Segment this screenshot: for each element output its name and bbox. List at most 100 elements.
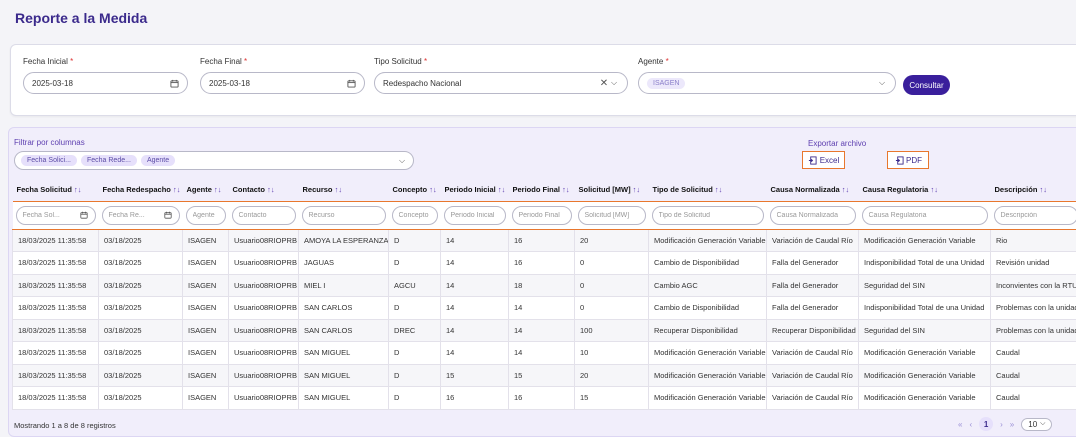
sort-icon[interactable]: ↑↓	[1040, 185, 1048, 194]
sort-icon[interactable]: ↑↓	[498, 185, 506, 194]
table-cell: Variación de Caudal Río	[766, 363, 859, 387]
sort-icon[interactable]: ↑↓	[74, 185, 82, 194]
table-cell: 14	[440, 251, 509, 275]
column-filter-label: Filtrar por columnas	[14, 138, 85, 147]
chevron-down-icon: ⌵	[1040, 420, 1046, 427]
column-header[interactable]: Tipo de Solicitud ↑↓	[648, 179, 767, 201]
agente-select[interactable]: ISAGEN ⌵	[638, 72, 896, 94]
sort-icon[interactable]: ↑↓	[429, 185, 437, 194]
column-filter-input[interactable]: Causa Normalizada	[769, 205, 856, 225]
table-cell: 14	[440, 296, 509, 320]
next-page-button[interactable]: ›	[1000, 420, 1003, 429]
calendar-icon[interactable]	[169, 78, 179, 88]
sort-icon[interactable]: ↑↓	[562, 185, 570, 194]
table-cell: Usuario08RIOPRB	[228, 341, 299, 365]
table-cell: ISAGEN	[182, 296, 229, 320]
column-header[interactable]: Descripción ↑↓	[990, 179, 1076, 201]
last-page-button[interactable]: »	[1010, 420, 1014, 429]
tipo-solicitud-select[interactable]: Redespacho Nacional ✕ ⌵	[374, 72, 628, 94]
calendar-icon[interactable]	[79, 210, 89, 220]
column-filter-select[interactable]: Fecha Solici... Fecha Rede... Agente ⌵	[14, 151, 414, 170]
fecha-inicial-input[interactable]: 2025-03-18	[23, 72, 188, 94]
column-header[interactable]: Solicitud [MW] ↑↓	[574, 179, 649, 201]
column-header[interactable]: Periodo Final ↑↓	[508, 179, 575, 201]
table-cell: 03/18/2025	[98, 386, 183, 410]
chevron-down-icon[interactable]: ⌵	[397, 156, 407, 166]
sort-icon[interactable]: ↑↓	[173, 185, 181, 194]
prev-page-button[interactable]: ‹	[969, 420, 972, 429]
table-row[interactable]: 18/03/2025 11:35:58 03/18/2025 ISAGEN Usuar…	[12, 296, 1076, 320]
column-filter-input[interactable]: Descripción	[993, 205, 1076, 225]
table-row[interactable]: 18/03/2025 11:35:58 03/18/2025 ISAGEN Usuar…	[12, 341, 1076, 365]
sort-icon[interactable]: ↑↓	[335, 185, 343, 194]
column-filter-input[interactable]: Periodo Final	[511, 205, 572, 225]
table-cell: Modificación Generación Variable	[648, 228, 767, 252]
first-page-button[interactable]: «	[958, 420, 962, 429]
chevron-down-icon[interactable]: ⌵	[877, 78, 887, 88]
fecha-final-value: 2025-03-18	[209, 78, 250, 88]
column-filter-input[interactable]: Contacto	[231, 205, 296, 225]
fecha-final-input[interactable]: 2025-03-18	[200, 72, 365, 94]
current-page[interactable]: 1	[979, 417, 994, 431]
table-row[interactable]: 18/03/2025 11:35:58 03/18/2025 ISAGEN Usuar…	[12, 228, 1076, 252]
calendar-icon[interactable]	[163, 210, 173, 220]
table-cell: Usuario08RIOPRB	[228, 251, 299, 275]
column-header[interactable]: Causa Regulatoria ↑↓	[858, 179, 991, 201]
column-chip[interactable]: Agente	[140, 155, 176, 166]
column-header[interactable]: Recurso ↑↓	[298, 179, 389, 201]
calendar-icon[interactable]	[346, 78, 356, 88]
table-cell: 14	[440, 318, 509, 342]
column-filter-placeholder: Tipo de Solicitud	[658, 211, 711, 219]
table-cell: Modificación Generación Variable	[648, 341, 767, 365]
column-filter-input[interactable]: Concepto	[391, 205, 438, 225]
consultar-button[interactable]: Consultar	[903, 75, 950, 95]
table-row[interactable]: 18/03/2025 11:35:58 03/18/2025 ISAGEN Usuar…	[12, 318, 1076, 342]
table-cell: 18/03/2025 11:35:58	[12, 386, 99, 410]
export-pdf-button[interactable]: PDF	[887, 151, 929, 169]
chevron-down-icon[interactable]: ⌵	[609, 78, 619, 88]
table-row[interactable]: 18/03/2025 11:35:58 03/18/2025 ISAGEN Usuar…	[12, 251, 1076, 275]
export-excel-button[interactable]: Excel	[802, 151, 845, 169]
sort-icon[interactable]: ↑↓	[267, 185, 275, 194]
sort-icon[interactable]: ↑↓	[842, 185, 850, 194]
table-row[interactable]: 18/03/2025 11:35:58 03/18/2025 ISAGEN Usuar…	[12, 386, 1076, 410]
table-cell: Usuario08RIOPRB	[228, 363, 299, 387]
table-cell: D	[388, 341, 441, 365]
column-header[interactable]: Concepto ↑↓	[388, 179, 441, 201]
table-cell: Recuperar Disponibilidad	[648, 318, 767, 342]
column-filter-input[interactable]: Tipo de Solicitud	[651, 205, 764, 225]
agente-chip[interactable]: ISAGEN	[647, 77, 686, 89]
column-header[interactable]: Periodo Inicial ↑↓	[440, 179, 509, 201]
table-cell: ISAGEN	[182, 251, 229, 275]
page-size-select[interactable]: 10 ⌵	[1021, 417, 1053, 431]
sort-icon[interactable]: ↑↓	[633, 185, 641, 194]
column-header[interactable]: Causa Normalizada ↑↓	[766, 179, 859, 201]
fecha-inicial-label: Fecha Inicial *	[23, 57, 74, 66]
column-header[interactable]: Agente ↑↓	[182, 179, 229, 201]
column-filter-input[interactable]: Solicitud [MW]	[577, 205, 646, 225]
column-filter-input[interactable]: Recurso	[301, 205, 386, 225]
column-chip[interactable]: Fecha Rede...	[80, 155, 137, 166]
column-chip[interactable]: Fecha Solici...	[21, 155, 77, 166]
close-icon[interactable]: ✕	[599, 78, 609, 89]
table-cell: Falla del Generador	[766, 296, 859, 320]
table-cell: SAN MIGUEL	[298, 386, 389, 410]
table-cell: Modificación Generación Variable	[858, 228, 991, 252]
column-filter-input[interactable]: Agente	[185, 205, 226, 225]
column-filter-input[interactable]: Causa Regulatoria	[861, 205, 988, 225]
column-header[interactable]: Fecha Redespacho ↑↓	[98, 179, 183, 201]
sort-icon[interactable]: ↑↓	[930, 185, 938, 194]
column-header[interactable]: Fecha Solicitud ↑↓	[12, 179, 99, 201]
table-cell: D	[388, 228, 441, 252]
column-filter-input[interactable]: Periodo Inicial	[443, 205, 506, 225]
column-filter-placeholder: Fecha Sol...	[22, 211, 60, 219]
column-filter-input[interactable]: Fecha Sol...	[15, 205, 96, 225]
table-cell: Rio	[990, 228, 1076, 252]
table-row[interactable]: 18/03/2025 11:35:58 03/18/2025 ISAGEN Usuar…	[12, 363, 1076, 387]
table-cell: 03/18/2025	[98, 363, 183, 387]
column-filter-input[interactable]: Fecha Re...	[101, 205, 180, 225]
column-header[interactable]: Contacto ↑↓	[228, 179, 299, 201]
sort-icon[interactable]: ↑↓	[214, 185, 222, 194]
table-row[interactable]: 18/03/2025 11:35:58 03/18/2025 ISAGEN Usuar…	[12, 273, 1076, 297]
sort-icon[interactable]: ↑↓	[715, 185, 723, 194]
